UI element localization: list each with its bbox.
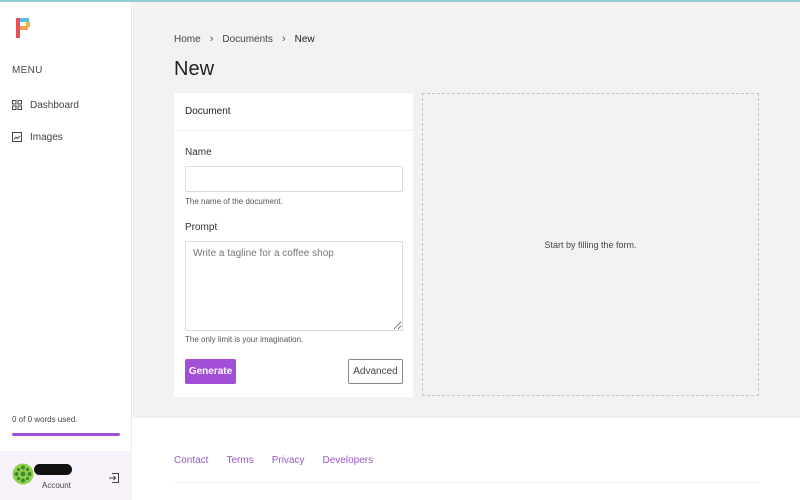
card-header: Document xyxy=(174,93,413,131)
sidebar-item-images[interactable]: Images xyxy=(12,129,63,145)
name-help-text: The name of the document. xyxy=(185,197,283,206)
breadcrumb-documents[interactable]: Documents xyxy=(222,34,273,45)
prompt-help-text: The only limit is your imagination. xyxy=(185,335,304,344)
document-form-card: Document Name The name of the document. … xyxy=(174,93,413,397)
generate-button[interactable]: Generate xyxy=(185,359,236,384)
account-section[interactable]: Account xyxy=(0,451,132,500)
sidebar-item-label: Images xyxy=(30,131,63,143)
footer-divider xyxy=(174,482,759,483)
preview-message: Start by filling the form. xyxy=(544,239,637,250)
sidebar: MENU Dashboard Images 0 of 0 words used. xyxy=(0,2,132,500)
main-content: Home › Documents › New New Document Name… xyxy=(133,2,800,418)
footer-links: Contact Terms Privacy Developers xyxy=(174,455,373,466)
breadcrumb-home[interactable]: Home xyxy=(174,34,201,45)
prompt-input[interactable] xyxy=(185,241,403,331)
avatar-pattern-icon[interactable] xyxy=(12,463,34,485)
sidebar-item-dashboard[interactable]: Dashboard xyxy=(12,97,79,113)
account-label: Account xyxy=(42,481,71,490)
brand-logo-icon[interactable] xyxy=(16,18,32,38)
usage-progress-fill xyxy=(12,433,120,436)
footer-link-developers[interactable]: Developers xyxy=(323,455,374,466)
chevron-right-icon: › xyxy=(209,33,214,45)
image-icon xyxy=(12,132,22,142)
page-title: New xyxy=(174,58,215,80)
usage-text: 0 of 0 words used. xyxy=(12,415,78,424)
prompt-label: Prompt xyxy=(185,222,218,233)
breadcrumb-current: New xyxy=(294,33,315,45)
advanced-button[interactable]: Advanced xyxy=(348,359,403,384)
name-input[interactable] xyxy=(185,166,403,192)
grid-icon xyxy=(12,100,22,110)
preview-panel: Start by filling the form. xyxy=(422,93,759,396)
menu-heading: MENU xyxy=(12,65,43,76)
usage-progress-bar xyxy=(12,433,120,436)
breadcrumb: Home › Documents › New xyxy=(174,33,315,45)
name-label: Name xyxy=(185,147,212,158)
chevron-right-icon: › xyxy=(281,33,286,45)
logout-icon[interactable] xyxy=(108,471,120,483)
footer: Contact Terms Privacy Developers xyxy=(133,418,800,500)
sidebar-item-label: Dashboard xyxy=(30,99,79,111)
footer-link-privacy[interactable]: Privacy xyxy=(272,455,305,466)
footer-link-terms[interactable]: Terms xyxy=(226,455,253,466)
footer-link-contact[interactable]: Contact xyxy=(174,455,208,466)
account-name-redacted xyxy=(34,464,72,475)
